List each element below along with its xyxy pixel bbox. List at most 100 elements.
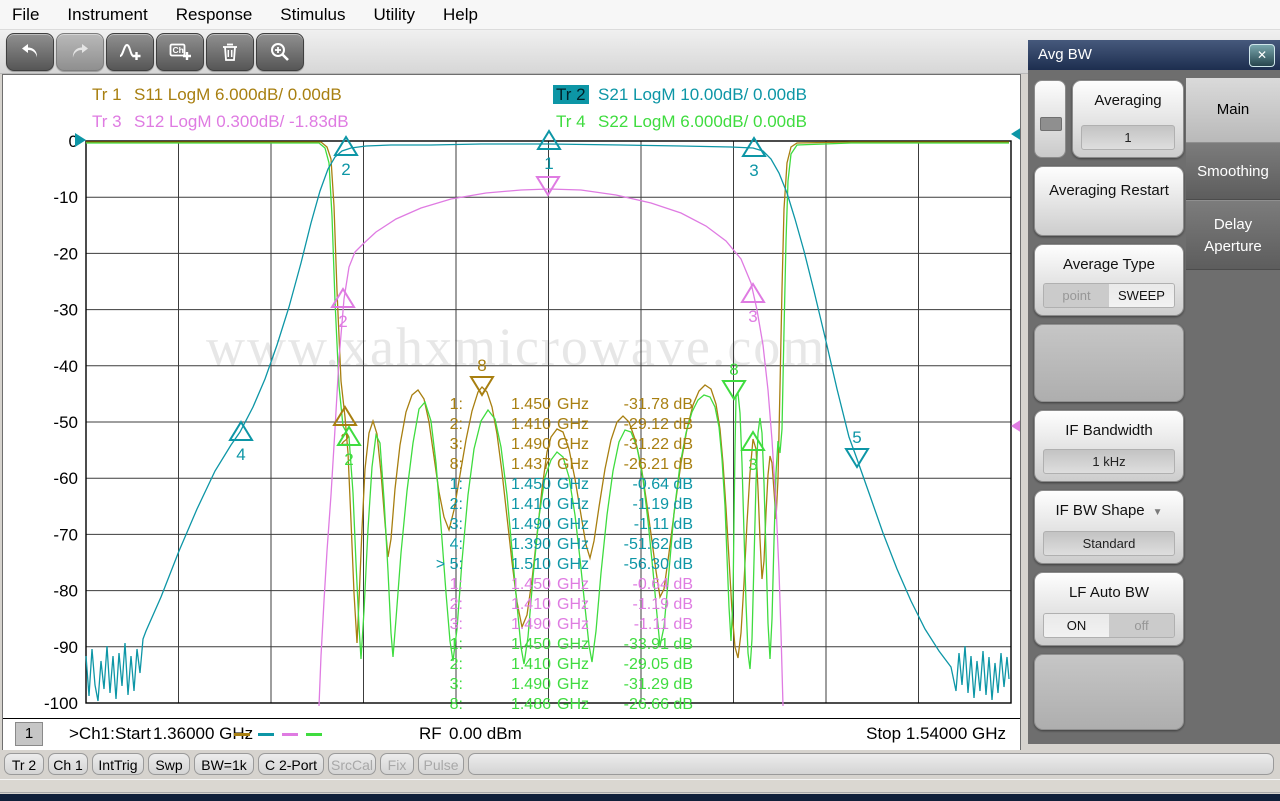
trace-id[interactable]: Tr 2 bbox=[553, 85, 589, 104]
status-empty-slot bbox=[468, 753, 1274, 775]
readout-marker-num: 3: bbox=[450, 436, 463, 453]
readout-value: -1.11 dB bbox=[634, 616, 693, 633]
marker-label: 4 bbox=[236, 445, 245, 464]
readout-value: -1.19 dB bbox=[633, 596, 693, 613]
readout-value: -56.30 dB bbox=[624, 556, 693, 573]
marker-label: 2 bbox=[344, 450, 353, 469]
trace1-color-dash bbox=[234, 733, 250, 736]
graph-area: www.xahxmicrowave.com0-10-20-30-40-50-60… bbox=[44, 127, 1020, 713]
ref-level-arrow[interactable] bbox=[75, 133, 86, 147]
y-axis-tick: -90 bbox=[53, 638, 78, 657]
readout-unit: GHz bbox=[557, 536, 589, 553]
status-srccal: SrcCal bbox=[328, 753, 376, 775]
readout-frequency: 1.450 bbox=[511, 476, 551, 493]
zoom-button[interactable] bbox=[256, 33, 304, 71]
trace2-color-dash bbox=[258, 733, 274, 736]
legend-tr2[interactable]: Tr 2 S21 LogM 10.00dB/ 0.00dB bbox=[553, 85, 807, 105]
status-inttrig[interactable]: IntTrig bbox=[92, 753, 144, 775]
lf-auto-bw-on-option[interactable]: ON bbox=[1044, 614, 1109, 637]
if-bandwidth-label: IF Bandwidth bbox=[1065, 422, 1153, 439]
menu-item-instrument[interactable]: Instrument bbox=[67, 5, 147, 25]
rf-power-value[interactable]: 0.00 dBm bbox=[449, 724, 522, 744]
readout-frequency: 1.390 bbox=[511, 536, 551, 553]
average-type-sweep-option[interactable]: SWEEP bbox=[1109, 284, 1174, 307]
marker-2[interactable] bbox=[333, 135, 359, 156]
add-channel-icon: Ch bbox=[167, 40, 193, 64]
trace-id[interactable]: Tr 4 bbox=[553, 112, 589, 131]
close-icon[interactable]: ✕ bbox=[1249, 44, 1275, 67]
menu-bar: File Instrument Response Stimulus Utility Hel… bbox=[0, 0, 1280, 30]
legend-tr4[interactable]: Tr 4 S22 LogM 6.000dB/ 0.00dB bbox=[553, 112, 807, 132]
readout-value: -29.05 dB bbox=[624, 656, 693, 673]
average-type-point-option[interactable]: point bbox=[1044, 284, 1109, 307]
if-bw-shape-value: Standard bbox=[1043, 531, 1175, 556]
if-bw-shape-button[interactable]: IF BW Shape ▼ Standard bbox=[1034, 490, 1184, 564]
readout-marker-num: 1: bbox=[450, 396, 463, 413]
status-bw-1k[interactable]: BW=1k bbox=[194, 753, 254, 775]
readout-frequency: 1.490 bbox=[511, 616, 551, 633]
channel-number-badge[interactable]: 1 bbox=[15, 722, 43, 746]
status-fix: Fix bbox=[380, 753, 414, 775]
status-c-2-port[interactable]: C 2-Port bbox=[258, 753, 324, 775]
delete-button[interactable] bbox=[206, 33, 254, 71]
blank-button-2 bbox=[1034, 654, 1184, 730]
marker-8[interactable] bbox=[469, 376, 495, 397]
redo-icon bbox=[67, 40, 93, 64]
redo-button[interactable] bbox=[56, 33, 104, 71]
averaging-button[interactable]: Averaging 1 bbox=[1072, 80, 1184, 158]
start-label[interactable]: Start bbox=[115, 724, 151, 744]
readout-unit: GHz bbox=[557, 476, 589, 493]
lf-auto-bw-off-option[interactable]: off bbox=[1109, 614, 1174, 637]
tab-main[interactable]: Main bbox=[1186, 78, 1280, 142]
averaging-label: Averaging bbox=[1094, 92, 1162, 109]
menu-item-help[interactable]: Help bbox=[443, 5, 478, 25]
if-bw-shape-label: IF BW Shape ▼ bbox=[1055, 502, 1163, 519]
averaging-value: 1 bbox=[1081, 125, 1175, 150]
if-bandwidth-button[interactable]: IF Bandwidth 1 kHz bbox=[1034, 410, 1184, 482]
trace-id[interactable]: Tr 1 bbox=[89, 85, 125, 104]
avg-bw-panel: Avg BW ✕ Averaging 1 Averaging Restart A… bbox=[1028, 40, 1280, 744]
legend-tr3[interactable]: Tr 3 S12 LogM 0.300dB/ -1.83dB bbox=[89, 112, 349, 132]
trace-format-label: S22 LogM 6.000dB/ 0.00dB bbox=[588, 112, 807, 131]
average-type-label: Average Type bbox=[1062, 256, 1155, 273]
tab-delay-aperture[interactable]: Delay Aperture bbox=[1186, 200, 1280, 270]
tab-smoothing[interactable]: Smoothing bbox=[1186, 142, 1280, 200]
y-axis-tick: -60 bbox=[53, 469, 78, 488]
readout-frequency: 1.510 bbox=[511, 556, 551, 573]
readout-frequency: 1.486 bbox=[511, 696, 551, 713]
channel-bar: 1 >Ch1: Start 1.36000 GHz RF 0.00 dBm St… bbox=[3, 718, 1020, 750]
menu-item-file[interactable]: File bbox=[12, 5, 39, 25]
readout-unit: GHz bbox=[557, 616, 589, 633]
menu-item-utility[interactable]: Utility bbox=[373, 5, 415, 25]
trace-id[interactable]: Tr 3 bbox=[89, 112, 125, 131]
add-channel-button[interactable]: Ch bbox=[156, 33, 204, 71]
readout-unit: GHz bbox=[557, 416, 589, 433]
ref-level-arrow[interactable] bbox=[1011, 127, 1020, 141]
averaging-restart-button[interactable]: Averaging Restart bbox=[1034, 166, 1184, 236]
lf-auto-bw-button[interactable]: LF Auto BW ON off bbox=[1034, 572, 1184, 646]
zoom-icon bbox=[267, 40, 293, 64]
undo-button[interactable] bbox=[6, 33, 54, 71]
readout-value: -31.78 dB bbox=[624, 396, 693, 413]
menu-item-response[interactable]: Response bbox=[176, 5, 253, 25]
readout-marker-num: 4: bbox=[450, 536, 463, 553]
average-type-button[interactable]: Average Type point SWEEP bbox=[1034, 244, 1184, 316]
status-tr-2[interactable]: Tr 2 bbox=[4, 753, 44, 775]
stop-value[interactable]: Stop 1.54000 GHz bbox=[866, 724, 1006, 744]
ref-level-arrow[interactable] bbox=[1011, 419, 1020, 433]
readout-marker-num: 3: bbox=[450, 676, 463, 693]
readout-unit: GHz bbox=[557, 396, 589, 413]
menu-item-stimulus[interactable]: Stimulus bbox=[280, 5, 345, 25]
readout-frequency: 1.490 bbox=[511, 676, 551, 693]
add-trace-button[interactable] bbox=[106, 33, 154, 71]
readout-frequency: 1.450 bbox=[511, 396, 551, 413]
legend-tr1[interactable]: Tr 1 S11 LogM 6.000dB/ 0.00dB bbox=[89, 85, 342, 105]
status-swp[interactable]: Swp bbox=[148, 753, 190, 775]
delete-icon bbox=[217, 40, 243, 64]
readout-value: -1.11 dB bbox=[634, 516, 693, 533]
status-ch-1[interactable]: Ch 1 bbox=[48, 753, 88, 775]
readout-marker-num: 3: bbox=[450, 616, 463, 633]
readout-value: -31.22 dB bbox=[624, 436, 693, 453]
averaging-toggle-button[interactable] bbox=[1034, 80, 1066, 158]
average-type-segment: point SWEEP bbox=[1043, 283, 1175, 308]
